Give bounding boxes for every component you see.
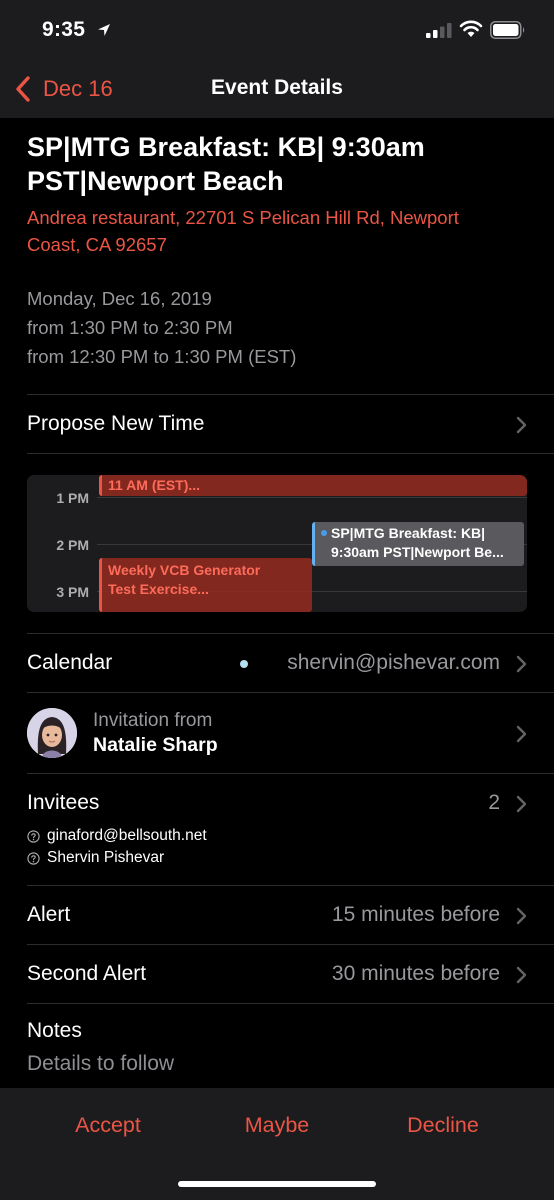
home-indicator[interactable] (178, 1181, 376, 1187)
memoji-avatar-icon (27, 708, 77, 758)
divider (27, 1003, 554, 1004)
propose-new-time-row[interactable]: Propose New Time (0, 395, 554, 453)
battery-icon (490, 21, 525, 39)
mini-day-calendar[interactable]: 1 PM 2 PM 3 PM 11 AM (EST)... SP|MTG Bre… (27, 475, 527, 612)
invitee-item: ginaford@bellsouth.net (27, 827, 207, 845)
hour-label-3pm: 3 PM (56, 584, 89, 600)
wifi-icon (459, 20, 483, 37)
maybe-button[interactable]: Maybe (197, 1113, 357, 1138)
calendar-event-label: Test Exercise... (108, 581, 209, 597)
calendar-event-label: Weekly VCB Generator (108, 562, 261, 578)
accept-button[interactable]: Accept (28, 1113, 188, 1138)
decline-button[interactable]: Decline (363, 1113, 523, 1138)
invitee-email: ginaford@bellsouth.net (47, 827, 207, 844)
calendar-value: shervin@pishevar.com (287, 651, 500, 674)
location-arrow-icon (98, 24, 110, 36)
event-location-line-1: Andrea restaurant, 22701 S Pelican Hill … (27, 207, 459, 228)
invitees-label: Invitees (27, 791, 100, 814)
cellular-signal-icon (426, 23, 452, 38)
organizer-name: Natalie Sharp (93, 734, 218, 756)
notes-text: Details to follow (27, 1052, 175, 1075)
event-title-line-1: SP|MTG Breakfast: KB| 9:30am (27, 132, 425, 162)
event-date: Monday, Dec 16, 2019 (27, 288, 212, 309)
status-bar: 9:35 (0, 0, 554, 60)
alert-row[interactable]: Alert 15 minutes before (0, 886, 554, 944)
calendar-label: Calendar (27, 651, 113, 674)
page-title: Event Details (211, 76, 343, 99)
event-dot-icon (321, 530, 327, 536)
second-alert-value: 30 minutes before (331, 962, 500, 985)
event-location-link[interactable]: Andrea restaurant, 22701 S Pelican Hill … (27, 204, 537, 258)
navigation-bar: Dec 16 Event Details (0, 60, 554, 118)
avatar (27, 708, 77, 758)
calendar-event-label: 9:30am PST|Newport Be... (331, 544, 504, 560)
second-alert-label: Second Alert (27, 962, 147, 985)
event-title-line-2: PST|Newport Beach (27, 166, 284, 196)
status-time: 9:35 (42, 18, 86, 41)
calendar-event-label: 11 AM (EST)... (108, 477, 201, 493)
calendar-event-block-current[interactable]: SP|MTG Breakfast: KB| 9:30am PST|Newport… (312, 522, 524, 566)
calendar-event-block[interactable]: 11 AM (EST)... (99, 475, 527, 496)
hour-label-1pm: 1 PM (56, 490, 89, 506)
invitee-name: Shervin Pishevar (47, 849, 165, 866)
invitees-count: 2 (488, 791, 500, 814)
chevron-right-icon (516, 795, 527, 813)
alert-value: 15 minutes before (331, 903, 500, 926)
alert-label: Alert (27, 903, 71, 926)
question-circle-icon (27, 829, 40, 843)
calendar-row[interactable]: Calendar shervin@pishevar.com (0, 634, 554, 692)
calendar-event-label: SP|MTG Breakfast: KB| (331, 525, 486, 541)
notes-label: Notes (27, 1019, 82, 1042)
hour-label-2pm: 2 PM (56, 537, 89, 553)
chevron-right-icon (516, 416, 527, 434)
invitation-from-row[interactable] (0, 693, 554, 773)
propose-new-time-label: Propose New Time (27, 412, 205, 435)
divider (27, 453, 554, 454)
chevron-right-icon (516, 655, 527, 673)
hour-line (97, 497, 527, 498)
second-alert-row[interactable]: Second Alert 30 minutes before (0, 945, 554, 1003)
event-time-est: from 12:30 PM to 1:30 PM (EST) (27, 346, 297, 367)
chevron-right-icon (516, 725, 527, 743)
invitee-item: Shervin Pishevar (27, 849, 164, 867)
invitation-from-label: Invitation from (93, 710, 213, 731)
question-circle-icon (27, 851, 40, 865)
event-title: SP|MTG Breakfast: KB| 9:30am PST|Newport… (27, 130, 537, 198)
event-time-local: from 1:30 PM to 2:30 PM (27, 317, 233, 338)
event-date-time: Monday, Dec 16, 2019 from 1:30 PM to 2:3… (27, 284, 296, 371)
chevron-right-icon (516, 907, 527, 925)
calendar-color-dot (240, 660, 248, 668)
chevron-right-icon (516, 966, 527, 984)
event-location-line-2: Coast, CA 92657 (27, 234, 167, 255)
calendar-event-block[interactable]: Weekly VCB Generator Test Exercise... (99, 558, 312, 612)
